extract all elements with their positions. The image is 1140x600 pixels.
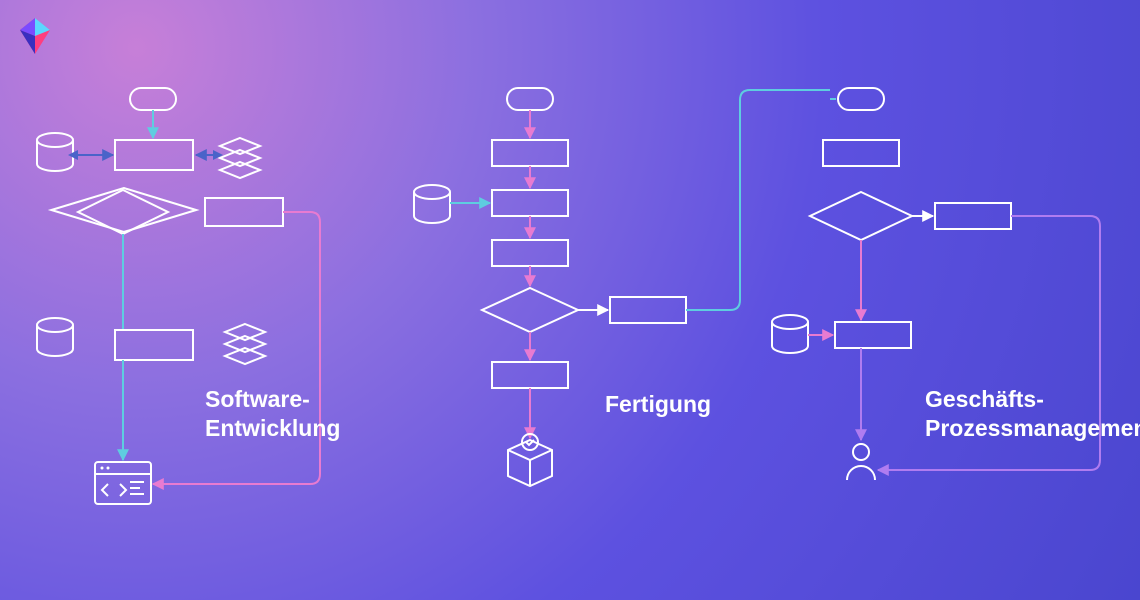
decision-shape bbox=[51, 188, 196, 232]
d1 bbox=[37, 88, 260, 232]
database-shape bbox=[772, 315, 808, 353]
decision-shape bbox=[482, 288, 578, 332]
user-icon bbox=[847, 444, 875, 480]
process-shape bbox=[492, 240, 568, 266]
process-shape bbox=[492, 190, 568, 216]
stack-shape bbox=[225, 324, 265, 364]
process-shape bbox=[492, 140, 568, 166]
label-bpm: Geschäfts-Prozessmanagement bbox=[925, 385, 1140, 443]
diagram-canvas: Software-Entwicklung Fertigung Geschäfts… bbox=[0, 0, 1140, 600]
process-shape bbox=[610, 297, 686, 323]
process-shape bbox=[205, 198, 283, 226]
terminator-shape bbox=[838, 88, 884, 110]
stack-shape bbox=[220, 138, 260, 178]
process-shape bbox=[835, 322, 911, 348]
process-shape bbox=[823, 140, 899, 166]
package-icon bbox=[508, 434, 552, 486]
manufacturing-flowchart bbox=[414, 88, 830, 486]
software-development-flowchart bbox=[0, 0, 1140, 600]
process-shape bbox=[935, 203, 1011, 229]
database-shape bbox=[414, 185, 450, 223]
terminator-shape bbox=[130, 88, 176, 110]
process-shape bbox=[115, 330, 193, 360]
code-window-icon bbox=[95, 462, 151, 504]
decision-shape bbox=[810, 192, 912, 240]
label-manufacturing: Fertigung bbox=[605, 390, 711, 419]
database-shape bbox=[37, 318, 73, 356]
process-shape bbox=[492, 362, 568, 388]
database-shape bbox=[37, 133, 73, 171]
label-software: Software-Entwicklung bbox=[205, 385, 340, 443]
process-shape bbox=[115, 140, 193, 170]
terminator-shape bbox=[507, 88, 553, 110]
